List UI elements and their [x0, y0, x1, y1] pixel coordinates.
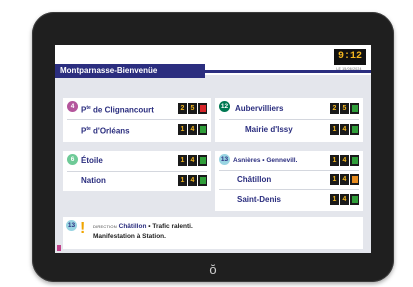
wait-cells: 1 4 [330, 124, 359, 135]
wait-digit: 1 [178, 155, 187, 166]
direction-label: DIRECTION [93, 224, 117, 229]
warning-icon: ! [80, 220, 86, 237]
wait-digit: 4 [340, 124, 349, 135]
destination: Saint-Denis [237, 195, 282, 204]
home-button-icon[interactable]: ŏ [207, 263, 219, 277]
destination: Asnières • Gennevill. [233, 157, 298, 164]
wait-digit: 1 [330, 174, 339, 185]
status-green-indicator [198, 175, 207, 186]
destination: Pte d'Orléans [81, 126, 130, 136]
wait-digit: 2 [178, 103, 187, 114]
departure-row[interactable]: Mairie d'Issy 1 4 [215, 121, 363, 138]
wait-digit: 4 [188, 124, 197, 135]
status-green-indicator [350, 124, 359, 135]
direction-name: Châtillon [118, 223, 147, 230]
destination: Mairie d'Issy [245, 125, 293, 134]
wait-cells: 1 4 [330, 155, 359, 166]
wait-digit: 1 [178, 175, 187, 186]
status-green-indicator [350, 103, 359, 114]
info-message: Manifestation à Station. [93, 233, 166, 240]
status-green-indicator [350, 194, 359, 205]
wait-digit: 1 [330, 155, 339, 166]
header: Montparnasse-Bienvenüe 9:12 LE 15/06/202… [55, 45, 371, 78]
panel-line-13[interactable]: 13 Asnières • Gennevill. 1 4 Châtillon 1… [215, 151, 363, 211]
wait-digit: 4 [340, 155, 349, 166]
wait-cells: 2 5 [330, 103, 359, 114]
wait-digit: 4 [188, 155, 197, 166]
status-green-indicator [198, 155, 207, 166]
wait-cells: 1 4 [330, 194, 359, 205]
line-13-badge: 13 [66, 220, 77, 231]
wait-digit: 4 [188, 175, 197, 186]
destination: Châtillon [237, 175, 272, 184]
status-green-indicator [350, 155, 359, 166]
wait-digit: 5 [188, 103, 197, 114]
wait-digit: 2 [330, 103, 339, 114]
wait-cells: 1 4 [178, 124, 207, 135]
wait-cells: 1 4 [330, 174, 359, 185]
destination: Pte de Clignancourt [81, 105, 154, 115]
wait-digit: 1 [330, 194, 339, 205]
traffic-info-card[interactable]: 13 ! DIRECTION Châtillon • Trafic ralent… [63, 217, 363, 249]
status-red-indicator [198, 103, 207, 114]
panel-line-6[interactable]: 6 Étoile 1 4 Nation 1 4 [63, 151, 211, 191]
info-message: • Trafic ralenti. [148, 223, 193, 230]
wait-digit: 4 [340, 194, 349, 205]
destination: Étoile [81, 156, 103, 165]
departure-row[interactable]: Nation 1 4 [63, 172, 211, 189]
wait-digit: 1 [330, 124, 339, 135]
station-name: Montparnasse-Bienvenüe [55, 64, 205, 78]
panel-line-12[interactable]: 1 2 Aubervilliers 2 5 Mairie d'Issy 1 4 [215, 98, 363, 142]
wait-digit: 5 [340, 103, 349, 114]
divider [219, 119, 359, 120]
wait-digit: 1 [178, 124, 187, 135]
wait-cells: 1 4 [178, 175, 207, 186]
status-green-indicator [198, 124, 207, 135]
wait-cells: 2 5 [178, 103, 207, 114]
destination: Aubervilliers [235, 104, 284, 113]
wait-digit: 4 [340, 174, 349, 185]
departure-row[interactable]: Pte de Clignancourt 2 5 [63, 100, 211, 117]
destination: Nation [81, 176, 106, 185]
status-orange-indicator [350, 174, 359, 185]
panel-line-4[interactable]: 4 Pte de Clignancourt 2 5 Pte d'Orléans [63, 98, 211, 142]
wait-cells: 1 4 [178, 155, 207, 166]
divider [219, 189, 359, 190]
departure-row[interactable]: Étoile 1 4 [63, 152, 211, 169]
departure-row[interactable]: Pte d'Orléans 1 4 [63, 121, 211, 138]
departure-row[interactable]: Asnières • Gennevill. 1 4 [215, 152, 363, 169]
clock-date: LE 15/06/2024 [336, 67, 362, 71]
line-4-marker [57, 245, 61, 251]
screen: Montparnasse-Bienvenüe 9:12 LE 15/06/202… [55, 45, 371, 253]
departure-row[interactable]: Saint-Denis 1 4 [215, 191, 363, 208]
divider [67, 119, 207, 120]
clock: 9:12 [334, 49, 366, 65]
departure-row[interactable]: Aubervilliers 2 5 [215, 100, 363, 117]
info-direction-line: DIRECTION Châtillon • Trafic ralenti. [93, 223, 193, 230]
tablet-frame: Montparnasse-Bienvenüe 9:12 LE 15/06/202… [32, 12, 394, 282]
departure-row[interactable]: Châtillon 1 4 [215, 171, 363, 188]
info-message-line: Manifestation à Station. [93, 233, 166, 240]
